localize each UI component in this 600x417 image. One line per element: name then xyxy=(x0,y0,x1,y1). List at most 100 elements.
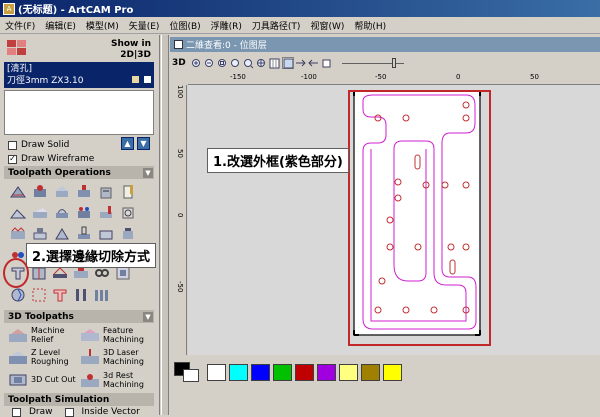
laser-machining-icon xyxy=(81,349,99,364)
h-ruler-label: 50 xyxy=(530,73,539,81)
show-in-label: Show in xyxy=(110,39,151,49)
multi-pass-icon[interactable] xyxy=(92,285,111,304)
view-toolbar: 3D xyxy=(172,55,598,71)
plunge-cut-icon[interactable] xyxy=(71,285,90,304)
foreground-background-swatch[interactable] xyxy=(174,362,200,382)
draw-solid-option[interactable]: Draw Solid xyxy=(8,140,69,150)
draw-wireframe-checkbox[interactable]: ✓ xyxy=(8,154,17,164)
view-2d3d-toggle[interactable]: 2D|3D xyxy=(111,50,151,61)
v-bit-carving-icon[interactable] xyxy=(74,182,93,201)
cut-out-icon xyxy=(9,374,27,386)
color-palette xyxy=(174,362,402,382)
color-swatch-olive[interactable] xyxy=(361,363,380,381)
drilling-icon[interactable] xyxy=(96,203,115,222)
color-swatch-blue[interactable] xyxy=(251,363,270,381)
3d-cut-out-label: 3D Cut Out xyxy=(31,374,76,384)
menu-window[interactable]: 视窗(W) xyxy=(305,19,349,32)
inside-vector-label: Inside Vector xyxy=(81,407,140,417)
rest-machining-item[interactable]: 3d Rest Machining xyxy=(80,371,154,389)
menu-vector[interactable]: 矢量(E) xyxy=(124,19,165,32)
grid-toggle-icon[interactable] xyxy=(269,57,281,69)
profile-machining-icon[interactable] xyxy=(8,182,27,201)
menu-help[interactable]: 帮助(H) xyxy=(349,19,391,32)
color-swatch-green[interactable] xyxy=(273,363,292,381)
draw-solid-checkbox[interactable] xyxy=(8,140,17,150)
toolpath-list-area[interactable] xyxy=(4,90,154,135)
background-color[interactable] xyxy=(183,369,199,382)
zoom-in-icon[interactable] xyxy=(191,57,203,69)
fluting-icon[interactable] xyxy=(30,224,49,243)
3d-view-button[interactable]: 3D xyxy=(172,58,186,68)
tool-description: 刀徑3mm ZX3.10 xyxy=(7,76,84,86)
edge-cut-icons-2 xyxy=(8,285,111,304)
horizontal-ruler: -150 -100 -50 0 50 xyxy=(188,73,600,85)
toolpath-notes-icon[interactable] xyxy=(118,182,137,201)
z-level-roughing-label: Z Level Roughing xyxy=(31,348,69,366)
brightness-slider[interactable] xyxy=(341,58,404,68)
highlight-profile-tool xyxy=(3,258,29,288)
color-swatch-purple[interactable] xyxy=(317,363,336,381)
toolpath-list-item[interactable]: [清孔] 刀徑3mm ZX3.10 xyxy=(4,62,154,88)
slider-knob[interactable] xyxy=(391,58,396,68)
draw-wireframe-option[interactable]: ✓ Draw Wireframe xyxy=(8,154,94,164)
inside-vector-checkbox[interactable] xyxy=(64,407,74,417)
dashed-outline-icon[interactable] xyxy=(29,285,48,304)
plunge-machining-icon[interactable] xyxy=(74,224,93,243)
move-up-icon[interactable]: ▲ xyxy=(121,137,134,150)
machine-vectors-icon[interactable] xyxy=(52,182,71,201)
zoom-fit-icon[interactable] xyxy=(217,57,229,69)
rulers-icon[interactable] xyxy=(308,57,320,69)
menu-bitmap[interactable]: 位图(B) xyxy=(164,19,205,32)
draw-checkbox[interactable] xyxy=(12,407,21,417)
menu-model[interactable]: 模型(M) xyxy=(81,19,124,32)
collapse-3d-arrow-icon[interactable]: ▼ xyxy=(143,311,153,322)
color-swatch-cyan[interactable] xyxy=(229,363,248,381)
machine-relief-small-icon[interactable] xyxy=(74,203,93,222)
snap-grid-icon[interactable] xyxy=(281,57,294,69)
panel-splitter[interactable] xyxy=(161,35,169,415)
feature-machining-item[interactable]: Feature Machining xyxy=(80,326,154,344)
show-2d-checkbox[interactable] xyxy=(132,76,140,83)
menu-relief[interactable]: 浮雕(R) xyxy=(206,19,247,32)
machine-relief-item[interactable]: Machine Relief xyxy=(8,326,78,344)
show-in-header: Show in 2D|3D xyxy=(111,39,151,61)
batch-icon[interactable] xyxy=(118,224,137,243)
color-swatch-yellow[interactable] xyxy=(383,363,402,381)
color-swatch-red[interactable] xyxy=(295,363,314,381)
show-3d-checkbox[interactable] xyxy=(144,76,151,83)
smart-engraving-icon[interactable] xyxy=(8,203,27,222)
3d-engraving-icon[interactable] xyxy=(30,203,49,222)
color-swatch-light-yellow[interactable] xyxy=(339,363,358,381)
3d-toolpaths-header[interactable]: 3D Toolpaths ▼ xyxy=(4,310,154,323)
t-profile-icon[interactable] xyxy=(50,285,69,304)
3d-cut-out-item[interactable]: 3D Cut Out xyxy=(8,371,78,387)
pan-view-icon[interactable] xyxy=(256,57,268,69)
feature-machining-label: Feature Machining xyxy=(103,326,144,344)
toolpath-operations-header[interactable]: Toolpath Operations ▼ xyxy=(4,166,154,179)
toolpath-operations-title: Toolpath Operations xyxy=(8,167,111,178)
zoom-out-icon[interactable] xyxy=(204,57,216,69)
view-options-icon[interactable] xyxy=(321,57,333,69)
move-down-icon[interactable]: ▼ xyxy=(137,137,150,150)
callout-step1: 1.改選外框(紫色部分) xyxy=(207,148,349,173)
bevel-carving-icon[interactable] xyxy=(96,182,115,201)
collapse-arrow-icon[interactable]: ▼ xyxy=(143,167,153,178)
zoom-window-icon[interactable] xyxy=(243,57,255,69)
zoom-previous-icon[interactable] xyxy=(230,57,242,69)
simulation-options: Draw Inside Vector xyxy=(12,407,140,417)
guidelines-icon[interactable] xyxy=(295,57,307,69)
color-swatch-white[interactable] xyxy=(207,363,226,381)
laser-machining-item[interactable]: 3D Laser Machining xyxy=(80,348,154,366)
area-clearance-icon[interactable] xyxy=(30,182,49,201)
texture-toolpath-icon[interactable] xyxy=(8,224,27,243)
spiral-icon[interactable] xyxy=(118,203,137,222)
feature-small-icon[interactable] xyxy=(96,224,115,243)
menu-edit[interactable]: 编辑(E) xyxy=(40,19,81,32)
menu-toolpaths[interactable]: 刀具路径(T) xyxy=(247,19,306,32)
menu-bar: 文件(F) 编辑(E) 模型(M) 矢量(E) 位图(B) 浮雕(R) 刀具路径… xyxy=(0,17,600,34)
inlay-wizard-icon[interactable] xyxy=(52,203,71,222)
prism-icon[interactable] xyxy=(52,224,71,243)
menu-file[interactable]: 文件(F) xyxy=(0,19,40,32)
z-level-roughing-item[interactable]: Z Level Roughing xyxy=(8,348,78,366)
toolpath-simulation-header[interactable]: Toolpath Simulation xyxy=(4,393,154,406)
